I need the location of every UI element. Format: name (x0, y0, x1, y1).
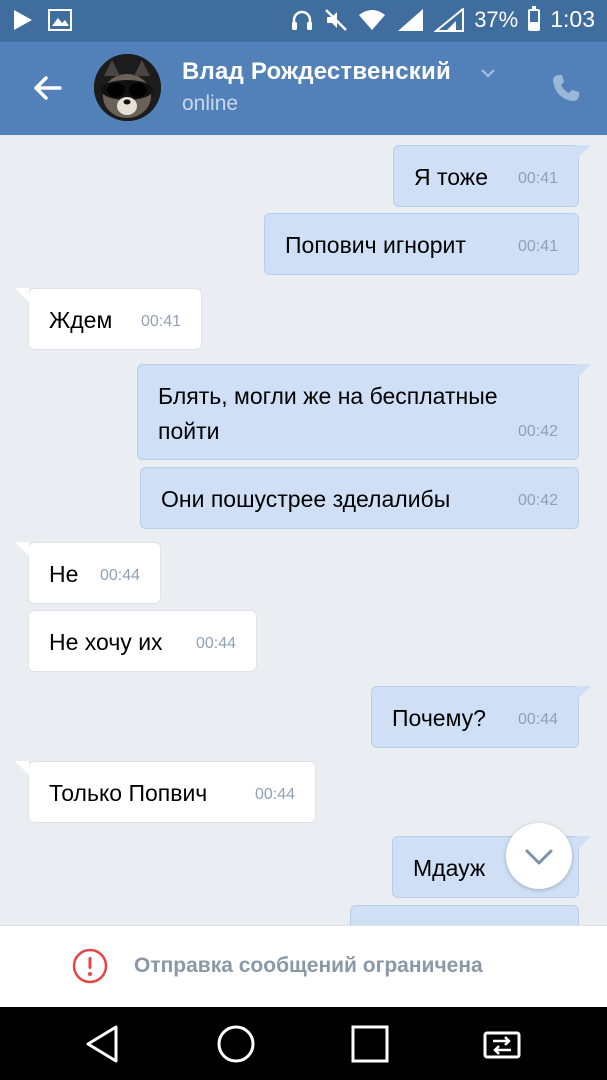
home-circle-icon[interactable] (215, 1023, 257, 1065)
signal-icon (398, 8, 424, 31)
bubble-tail (577, 686, 591, 700)
avatar[interactable] (94, 54, 161, 121)
message-time: 00:44 (195, 635, 236, 652)
message-outgoing[interactable]: Я тоже 00:41 (393, 145, 579, 207)
bubble-tail (577, 145, 591, 159)
message-time: 00:44 (254, 786, 295, 803)
call-button[interactable] (550, 72, 582, 104)
restriction-text: Отправка сообщений ограничена (134, 954, 483, 977)
wifi-icon (359, 9, 386, 30)
chevron-down-icon (525, 849, 553, 865)
message-time: 00:41 (140, 313, 181, 330)
screen-switch-icon[interactable] (481, 1023, 523, 1065)
battery-percent: 37% (474, 6, 519, 32)
image-icon (48, 9, 72, 31)
contact-name[interactable]: Влад Рождественский (182, 58, 451, 86)
message-outgoing[interactable] (350, 905, 579, 925)
message-text: Не хочу их (49, 629, 163, 655)
bubble-tail (577, 836, 591, 850)
message-incoming[interactable]: Не хочу их 00:44 (28, 610, 257, 672)
warning-circle-icon (72, 948, 108, 984)
signal-icon-2 (434, 7, 465, 32)
phone-icon (553, 75, 579, 101)
chat-header: Влад Рождественский online (0, 42, 607, 135)
message-text: Блять, могли же на бесплатные пойти (158, 383, 498, 444)
message-text: Я тоже (414, 164, 488, 190)
message-outgoing[interactable]: Блять, могли же на бесплатные пойти 00:4… (137, 364, 579, 460)
headphones-icon (292, 10, 313, 30)
bubble-tail (15, 761, 29, 775)
raccoon-avatar-image (94, 54, 161, 121)
arrow-left-icon (34, 76, 62, 100)
message-outgoing[interactable]: Они пошустрее зделалибы 00:42 (140, 467, 579, 529)
back-button[interactable] (28, 70, 68, 106)
chevron-down-icon[interactable] (480, 68, 496, 78)
message-text: Почему? (392, 705, 486, 731)
clock: 1:03 (550, 6, 595, 32)
bubble-tail (577, 364, 591, 378)
bubble-tail (15, 542, 29, 556)
recents-square-icon[interactable] (349, 1023, 391, 1065)
message-incoming[interactable]: Ждем 00:41 (28, 288, 202, 350)
play-icon (14, 10, 32, 30)
bubble-tail (15, 288, 29, 302)
message-text: Только Попвич (49, 780, 208, 806)
scroll-down-button[interactable] (506, 823, 572, 889)
message-text: Не (49, 561, 79, 587)
message-time: 00:44 (99, 567, 140, 584)
battery-icon (528, 5, 541, 31)
message-text: Попович игнорит (285, 232, 466, 258)
message-text: Ждем (49, 307, 113, 333)
contact-status: online (182, 92, 239, 115)
message-time: 00:44 (517, 711, 558, 728)
battery-level (530, 21, 539, 29)
message-outgoing[interactable]: Попович игнорит 00:41 (264, 213, 579, 275)
back-triangle-icon[interactable] (82, 1023, 124, 1065)
mute-icon (325, 8, 348, 31)
message-list[interactable]: Я тоже 00:41 Попович игнорит 00:41 Ждем … (0, 135, 607, 925)
message-text: Мдауж (413, 855, 486, 881)
navigation-bar (0, 1007, 607, 1080)
message-time: 00:41 (517, 170, 558, 187)
message-time: 00:42 (517, 492, 558, 509)
status-bar: 37% 1:03 (0, 0, 607, 42)
message-text: Они пошустрее зделалибы (161, 486, 451, 512)
restriction-notice: Отправка сообщений ограничена (0, 925, 607, 1008)
message-incoming[interactable]: Только Попвич 00:44 (28, 761, 316, 823)
message-time: 00:41 (517, 238, 558, 255)
message-incoming[interactable]: Не 00:44 (28, 542, 161, 604)
message-outgoing[interactable]: Почему? 00:44 (371, 686, 579, 748)
message-time: 00:42 (517, 423, 558, 440)
